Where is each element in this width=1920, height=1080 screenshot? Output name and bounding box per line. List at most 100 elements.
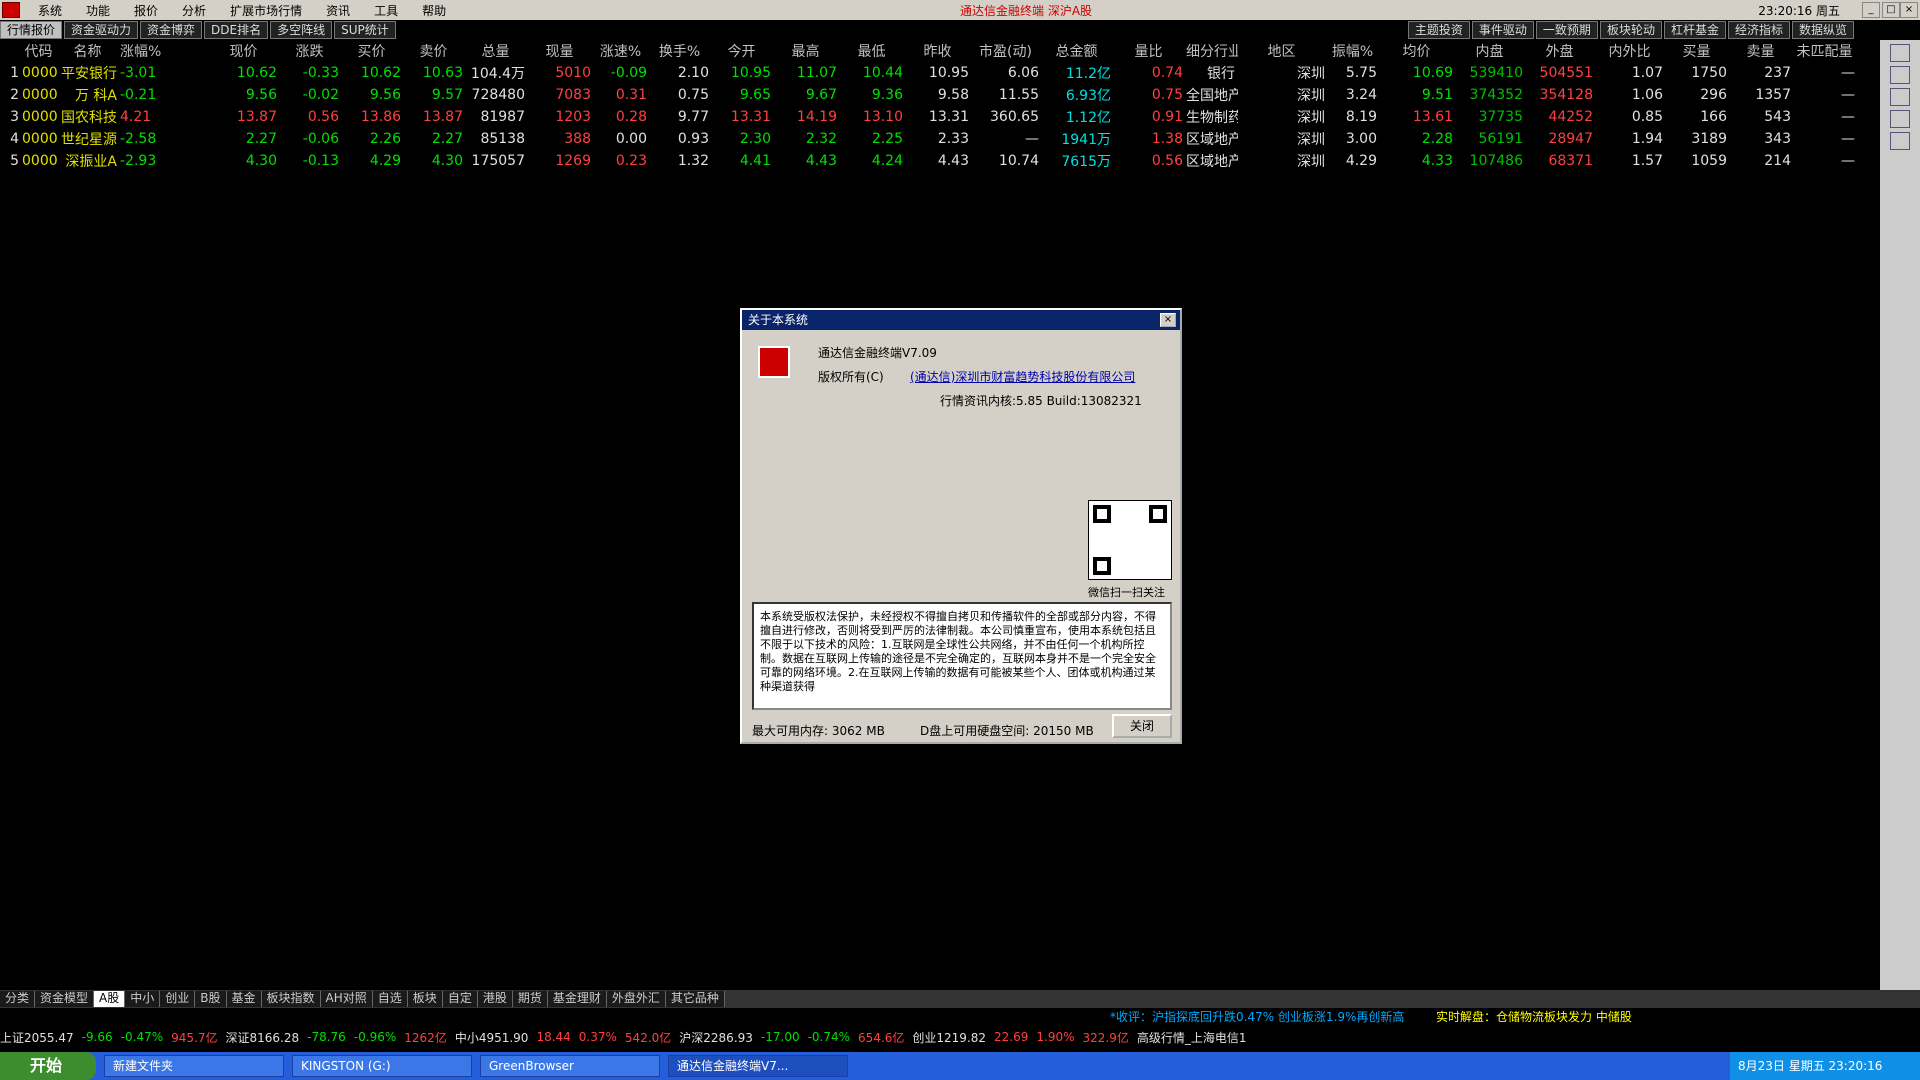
column-header[interactable]: 涨幅% [120,41,210,61]
column-header[interactable]: 今开 [712,41,774,61]
column-header[interactable]: 地区 [1238,41,1328,61]
menu-help[interactable]: 帮助 [422,2,446,19]
column-header[interactable]: 市盈(动) [972,41,1042,61]
bottom-tab[interactable]: 基金 [226,991,262,1007]
table-row[interactable]: 4000005世纪星源-2.58 2.27 -0.06 2.26 2.27 85138 38… [0,128,1880,150]
tab-fund-game[interactable]: 资金博弈 [140,21,203,39]
task-folder[interactable]: 新建文件夹 [104,1055,284,1077]
column-header[interactable]: 细分行业 [1186,41,1238,61]
close-icon[interactable]: × [1900,2,1918,18]
menu-tools[interactable]: 工具 [374,2,398,19]
column-header[interactable]: 振幅% [1328,41,1380,61]
index-value: 沪深2286.93 [679,1030,753,1045]
menu-system[interactable]: 系统 [38,2,62,19]
tab-sup[interactable]: SUP统计 [334,21,396,39]
sidebar-tool-icon[interactable] [1890,66,1910,84]
column-header[interactable]: 均价 [1380,41,1456,61]
column-header[interactable]: 换手% [650,41,712,61]
tab-leverage[interactable]: 杠杆基金 [1663,21,1726,39]
sidebar-tool-icon[interactable] [1890,44,1910,62]
column-header[interactable]: 总量 [466,41,528,61]
table-cell: 13.10 [862,109,903,125]
task-tdx[interactable]: 通达信金融终端V7... [668,1055,848,1077]
column-header[interactable]: 内外比 [1596,41,1666,61]
table-cell: 1941万 [1061,132,1111,148]
tab-data-overview[interactable]: 数据纵览 [1791,21,1854,39]
bottom-tab[interactable]: B股 [195,991,227,1007]
tab-event[interactable]: 事件驱动 [1471,21,1534,39]
start-button[interactable]: 开始 [0,1052,96,1080]
bottom-tab[interactable]: 其它品种 [665,991,725,1007]
column-header[interactable]: 外盘 [1526,41,1596,61]
table-row[interactable]: 1000001平安银行-3.01 10.62 -0.33 10.62 10.63 104.… [0,62,1880,84]
column-header[interactable]: 最高 [774,41,840,61]
bottom-tab[interactable]: 基金理财 [547,991,607,1007]
column-header[interactable]: 昨收 [906,41,972,61]
column-header[interactable]: 总金额 [1042,41,1114,61]
bottom-tab[interactable]: A股 [94,991,126,1007]
bottom-tab[interactable]: 中小 [125,991,161,1007]
bottom-tab[interactable]: 创业 [160,991,196,1007]
company-link[interactable]: (通达信)深圳市财富趋势科技股份有限公司 [910,368,1135,385]
close-button[interactable]: 关闭 [1112,714,1172,738]
bottom-tab[interactable]: 港股 [477,991,513,1007]
index-value: 945.7亿 [171,1030,218,1045]
column-header[interactable]: 未匹配量 [1794,41,1858,61]
bottom-tab[interactable]: 期货 [512,991,548,1007]
column-header[interactable]: 卖量 [1730,41,1794,61]
tab-dde[interactable]: DDE排名 [204,21,269,39]
maximize-icon[interactable]: □ [1882,2,1900,18]
bottom-tab[interactable]: AH对照 [320,991,373,1007]
bottom-tab[interactable]: 资金模型 [35,991,95,1007]
column-header[interactable]: 代码 [22,41,58,61]
column-header[interactable]: 卖价 [404,41,466,61]
index-value: 0.37% [578,1030,617,1044]
sidebar-tool-icon[interactable] [1890,110,1910,128]
bottom-tab[interactable]: 自定 [442,991,478,1007]
news-left[interactable]: *收评：沪指探底回升跌0.47% 创业板涨1.9%再创新高 [1110,1008,1404,1025]
menu-analysis[interactable]: 分析 [182,2,206,19]
menu-info[interactable]: 资讯 [326,2,350,19]
bottom-tab[interactable]: 板块 [407,991,443,1007]
sidebar-tool-icon[interactable] [1890,132,1910,150]
table-cell: 2.30 [739,131,771,147]
tab-theme[interactable]: 主题投资 [1407,21,1470,39]
bottom-tab[interactable]: 外盘外汇 [606,991,666,1007]
column-header[interactable]: 现价 [210,41,280,61]
task-browser[interactable]: GreenBrowser [480,1055,660,1077]
table-cell: 13.87 [236,109,277,125]
column-header[interactable]: 名称 [58,41,120,61]
table-row[interactable]: 3000004国农科技4.21 13.87 0.56 13.86 13.87 81987 1… [0,106,1880,128]
column-header[interactable]: 现量 [528,41,594,61]
tab-long-short[interactable]: 多空阵线 [270,21,333,39]
menu-function[interactable]: 功能 [86,2,110,19]
table-cell: 11.2亿 [1065,66,1111,82]
bottom-tab[interactable]: 分类 [0,991,36,1007]
column-header[interactable]: 买价 [342,41,404,61]
sidebar-tool-icon[interactable] [1890,88,1910,106]
column-header[interactable]: 涨跌 [280,41,342,61]
license-text[interactable]: 本系统受版权法保护，未经授权不得擅自拷贝和传播软件的全部或部分内容，不得擅自进行… [752,602,1172,710]
tab-rotation[interactable]: 板块轮动 [1599,21,1662,39]
column-header[interactable]: 最低 [840,41,906,61]
table-row[interactable]: 5000006 深振业A-2.93 4.30 -0.13 4.29 4.30 175057 1… [0,150,1880,172]
table-row[interactable]: 2000002 万 科A-0.21 9.56 -0.02 9.56 9.57 728480 7… [0,84,1880,106]
tab-econ[interactable]: 经济指标 [1727,21,1790,39]
minimize-icon[interactable]: _ [1862,2,1880,18]
column-header[interactable]: 涨速% [594,41,650,61]
task-drive[interactable]: KINGSTON (G:) [292,1055,472,1077]
bottom-tab[interactable]: 板块指数 [261,991,321,1007]
dialog-close-icon[interactable]: × [1160,313,1176,327]
tab-fund-drive[interactable]: 资金驱动力 [64,21,139,39]
tab-consensus[interactable]: 一致预期 [1535,21,1598,39]
column-header[interactable]: 买量 [1666,41,1730,61]
tab-quote[interactable]: 行情报价 [0,21,63,39]
table-cell: -0.09 [610,65,647,81]
news-right[interactable]: 实时解盘：仓储物流板块发力 中储股 [1436,1008,1632,1025]
table-cell: — [1025,131,1039,147]
menu-extended-market[interactable]: 扩展市场行情 [230,2,302,19]
menu-quote[interactable]: 报价 [134,2,158,19]
column-header[interactable]: 内盘 [1456,41,1526,61]
bottom-tab[interactable]: 自选 [372,991,408,1007]
column-header[interactable]: 量比 [1114,41,1186,61]
